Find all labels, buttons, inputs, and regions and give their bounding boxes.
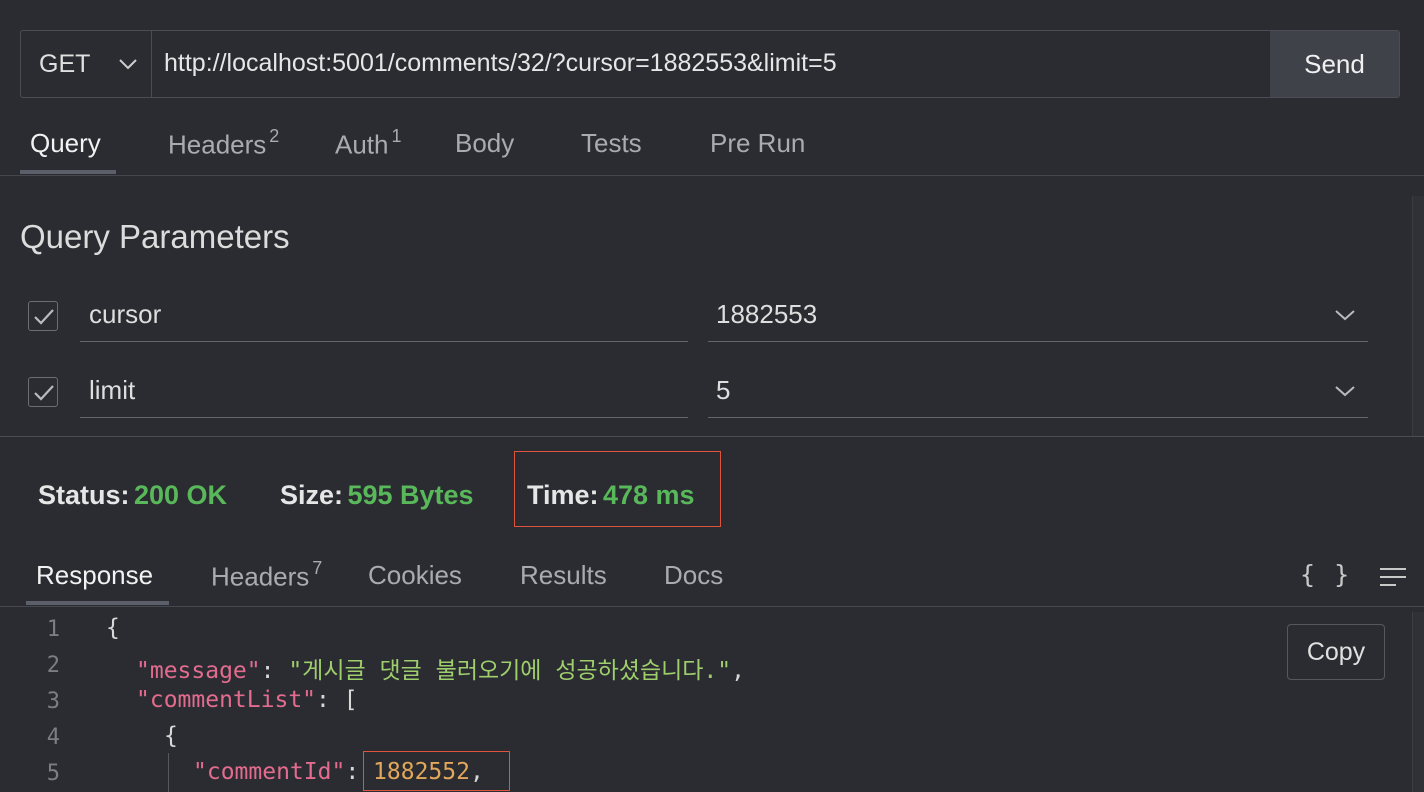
response-body[interactable]: 1 2 3 4 5 { "message": "게시글 댓글 불러오기에 성공하… bbox=[0, 607, 1412, 792]
param-key-underline bbox=[80, 417, 688, 418]
size-label: Size: bbox=[280, 480, 344, 510]
checkmark-icon bbox=[34, 309, 54, 325]
time-label: Time: bbox=[527, 480, 599, 510]
status-info: Status: 200 OK bbox=[38, 480, 227, 511]
tab-docs[interactable]: Docs bbox=[664, 560, 723, 591]
chevron-down-icon[interactable] bbox=[117, 53, 139, 75]
tab-body[interactable]: Body bbox=[455, 128, 514, 159]
time-value: 478 ms bbox=[602, 480, 695, 510]
size-value: 595 Bytes bbox=[347, 480, 474, 510]
request-bar: GET http://localhost:5001/comments/32/?c… bbox=[20, 30, 1400, 98]
tab-query-label: Query bbox=[30, 128, 101, 158]
line-number: 2 bbox=[46, 653, 60, 678]
url-input[interactable]: http://localhost:5001/comments/32/?curso… bbox=[164, 31, 837, 97]
tab-auth-count: 1 bbox=[391, 126, 402, 146]
chevron-down-icon[interactable] bbox=[1334, 304, 1356, 326]
tab-response-headers-label: Headers bbox=[211, 561, 310, 592]
code-line: { bbox=[164, 723, 178, 749]
json-punct: , bbox=[731, 658, 745, 684]
json-key: "commentId" bbox=[193, 759, 346, 785]
status-label: Status: bbox=[38, 480, 130, 510]
param-checkbox-limit[interactable] bbox=[28, 377, 58, 407]
tab-cookies[interactable]: Cookies bbox=[368, 560, 462, 591]
param-checkbox-cursor[interactable] bbox=[28, 301, 58, 331]
line-number: 3 bbox=[46, 689, 60, 714]
tabs-divider bbox=[0, 175, 1424, 176]
param-key-underline bbox=[80, 341, 688, 342]
tab-response-headers[interactable]: Headers 7 bbox=[211, 558, 323, 593]
param-value-underline bbox=[708, 341, 1368, 342]
status-value: 200 OK bbox=[133, 480, 228, 510]
section-divider bbox=[0, 436, 1424, 437]
copy-button[interactable]: Copy bbox=[1287, 624, 1385, 680]
tab-pre-run[interactable]: Pre Run bbox=[710, 128, 805, 159]
wrap-lines-icon[interactable] bbox=[1378, 566, 1408, 588]
json-separator: : bbox=[316, 687, 344, 713]
tab-results[interactable]: Results bbox=[520, 560, 607, 591]
tab-response[interactable]: Response bbox=[36, 560, 153, 591]
code-line: { bbox=[106, 615, 120, 641]
tab-auth-label: Auth bbox=[335, 129, 389, 160]
send-button[interactable]: Send bbox=[1270, 31, 1399, 97]
param-key-input[interactable]: cursor bbox=[89, 299, 161, 330]
panel-scrollbar[interactable] bbox=[1412, 196, 1424, 436]
tab-tests[interactable]: Tests bbox=[581, 128, 642, 159]
json-key: "commentList" bbox=[136, 687, 317, 713]
tab-headers[interactable]: Headers 2 bbox=[168, 126, 280, 161]
json-punct: [ bbox=[343, 687, 358, 713]
chevron-down-icon[interactable] bbox=[1334, 380, 1356, 402]
code-line: "message": "게시글 댓글 불러오기에 성공하셨습니다.", bbox=[136, 651, 745, 685]
format-braces-icon[interactable]: { } bbox=[1300, 560, 1351, 589]
tab-query-indicator bbox=[20, 170, 116, 174]
method-label: GET bbox=[39, 49, 91, 78]
response-scrollbar[interactable] bbox=[1412, 612, 1424, 792]
checkmark-icon bbox=[34, 385, 54, 401]
line-number: 4 bbox=[46, 725, 60, 750]
tab-response-headers-count: 7 bbox=[312, 558, 323, 578]
query-parameters-title: Query Parameters bbox=[20, 218, 290, 255]
line-number: 1 bbox=[46, 617, 60, 642]
indent-guide bbox=[168, 753, 169, 792]
code-line: "commentList": [ bbox=[136, 687, 358, 713]
param-key-input[interactable]: limit bbox=[89, 375, 135, 406]
tab-headers-count: 2 bbox=[269, 126, 280, 146]
json-string: "게시글 댓글 불러오기에 성공하셨습니다." bbox=[288, 658, 732, 684]
param-value-input[interactable]: 1882553 bbox=[716, 299, 817, 330]
tab-response-indicator bbox=[26, 601, 169, 605]
size-info: Size: 595 Bytes bbox=[280, 480, 474, 511]
json-key: "message" bbox=[136, 658, 261, 684]
json-separator: : bbox=[260, 658, 289, 684]
tab-headers-label: Headers bbox=[168, 129, 267, 160]
tab-auth[interactable]: Auth 1 bbox=[335, 126, 402, 161]
param-value-input[interactable]: 5 bbox=[716, 375, 730, 406]
param-value-underline bbox=[708, 417, 1368, 418]
comment-id-highlight-box bbox=[363, 751, 510, 791]
time-info: Time: 478 ms bbox=[527, 480, 695, 511]
tab-query[interactable]: Query bbox=[30, 128, 101, 159]
line-number: 5 bbox=[46, 761, 60, 786]
